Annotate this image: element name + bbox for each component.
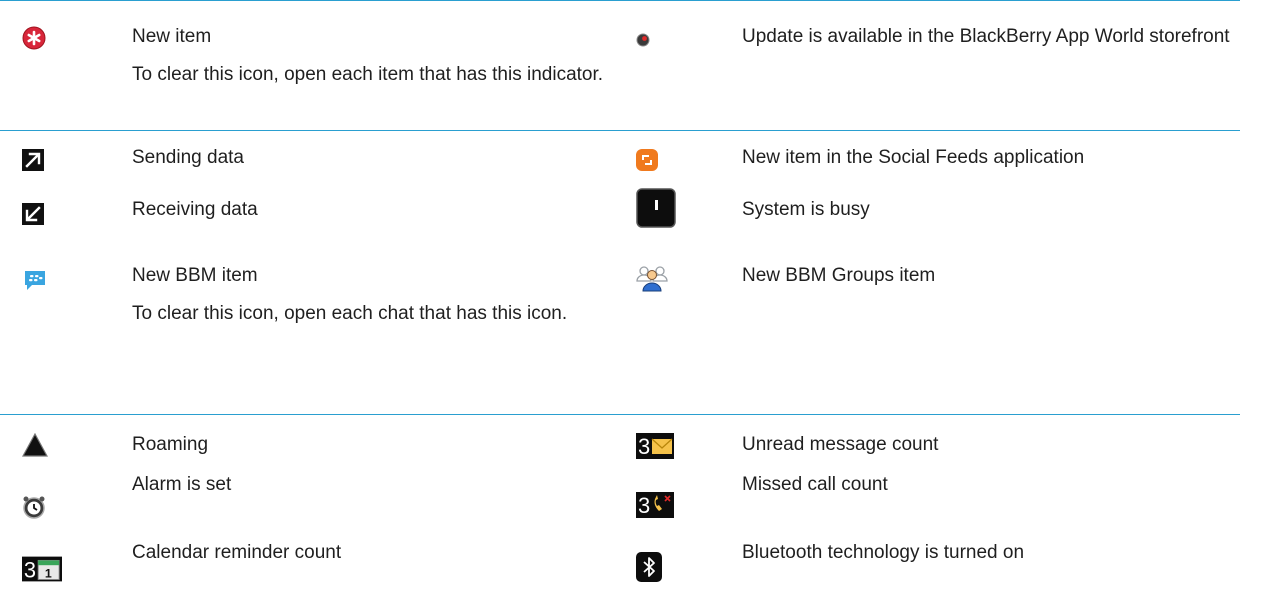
alarm-clock-icon (22, 487, 62, 527)
item-title: System is busy (742, 199, 870, 220)
cell-description: Receiving data (132, 196, 612, 224)
count-digit: 3 (638, 493, 650, 518)
cell-description: Unread message count (742, 431, 1242, 459)
item-note: To clear this icon, open each item that … (132, 64, 604, 85)
item-title: Bluetooth technology is turned on (742, 542, 1025, 563)
cell-description: System is busy (742, 196, 1242, 224)
item-title: New BBM item (132, 265, 258, 286)
cell-description: New BBM Groups item (742, 262, 1242, 290)
roaming-triangle-icon (22, 425, 62, 465)
table-row: Receiving data System is busy (0, 188, 1262, 248)
cell-description: New BBM item To clear this icon, open ea… (132, 262, 612, 328)
receiving-data-arrow-icon (22, 194, 62, 234)
item-title: Sending data (132, 147, 244, 168)
cell-description: Bluetooth technology is turned on (742, 539, 1242, 567)
unread-message-count-icon: 3 (636, 426, 676, 466)
cell-description: Alarm is set (132, 471, 612, 499)
calendar-day: 1 (45, 567, 52, 581)
item-title: Calendar reminder count (132, 542, 342, 563)
item-title: Receiving data (132, 199, 258, 220)
missed-call-count-icon: 3 (636, 485, 676, 525)
table-row: New item To clear this icon, open each i… (0, 0, 1262, 131)
count-digit: 3 (24, 558, 36, 582)
cell-description: Sending data (132, 144, 612, 172)
table-row: 31 Calendar reminder count Bluetooth tec… (0, 539, 1262, 613)
new-item-red-asterisk-icon (22, 18, 62, 58)
table-row: Sending data New item in the Social Feed… (0, 131, 1262, 188)
item-note: To clear this icon, open each chat that … (132, 303, 568, 324)
calendar-reminder-count-icon: 31 (22, 549, 62, 589)
cell-description: Calendar reminder count (132, 539, 612, 567)
table-row: Roaming 3 Unread message count (0, 415, 1262, 477)
table-row: Alarm is set 3 Missed call count (0, 474, 1262, 539)
cell-description: Missed call count (742, 471, 1242, 499)
item-title: New item (132, 26, 212, 47)
item-title: New item in the Social Feeds application (742, 147, 1085, 168)
bbm-groups-icon (636, 258, 676, 298)
item-title: New BBM Groups item (742, 265, 936, 286)
item-title: Update is available in the BlackBerry Ap… (742, 26, 1230, 47)
indicator-icon-table: New item To clear this icon, open each i… (0, 0, 1262, 613)
cell-description: New item To clear this icon, open each i… (132, 23, 612, 89)
table-row: New BBM item To clear this icon, open ea… (0, 248, 1262, 415)
social-feeds-icon (636, 140, 676, 180)
system-busy-icon (636, 188, 676, 228)
app-world-update-icon (636, 20, 676, 60)
count-digit: 3 (638, 434, 650, 459)
cell-description: Roaming (132, 431, 612, 459)
bbm-chat-bubble-icon (22, 260, 62, 300)
item-title: Unread message count (742, 434, 939, 455)
item-title: Roaming (132, 434, 209, 455)
sending-data-arrow-icon (22, 140, 62, 180)
item-title: Missed call count (742, 474, 888, 495)
cell-description: New item in the Social Feeds application (742, 144, 1242, 172)
bluetooth-icon (636, 547, 676, 587)
cell-description: Update is available in the BlackBerry Ap… (742, 23, 1242, 51)
item-title: Alarm is set (132, 474, 232, 495)
